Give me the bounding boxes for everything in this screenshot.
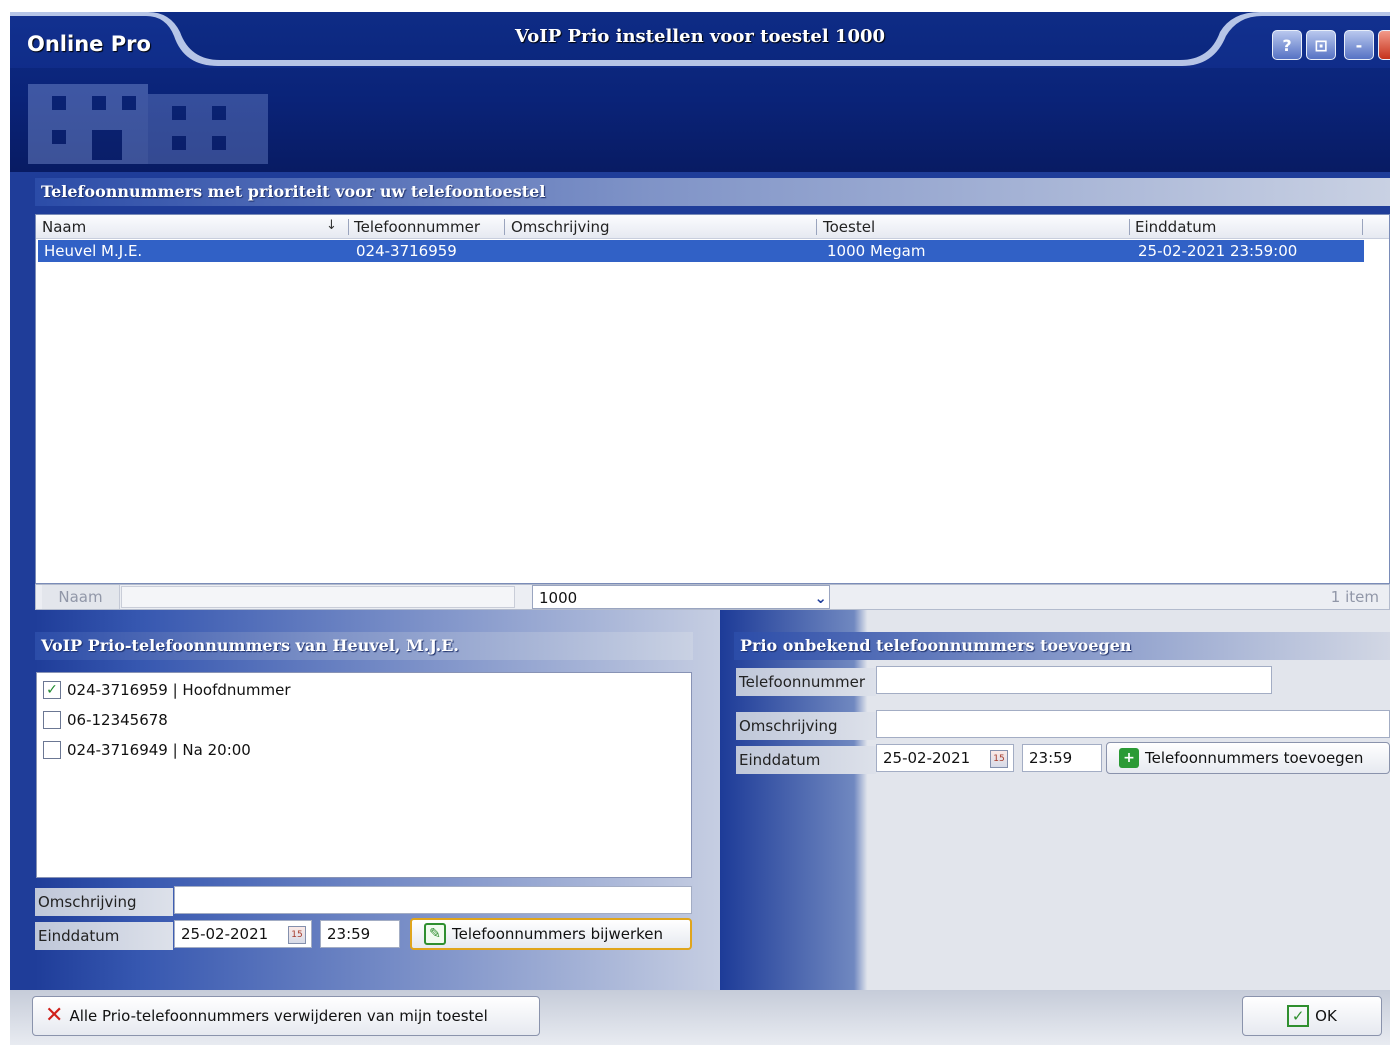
item-count: 1 item <box>1330 588 1379 606</box>
ok-label: OK <box>1315 1007 1337 1025</box>
window-title: VoIP Prio instellen voor toestel 1000 <box>514 26 886 47</box>
close-button[interactable] <box>1378 30 1390 60</box>
number-label: 06-12345678 <box>67 711 168 729</box>
unknown-panel-heading: Prio onbekend telefoonnummers toevoegen <box>734 632 1390 660</box>
einddatum-label-right: Einddatum <box>736 746 876 774</box>
ok-button[interactable]: ✓ OK <box>1242 996 1382 1036</box>
settings-button[interactable]: ⊡ <box>1306 30 1336 60</box>
list-item[interactable]: ✓ 024-3716959 | Hoofdnummer <box>43 681 291 699</box>
omschrijving-label: Omschrijving <box>35 888 173 916</box>
time-field-right[interactable]: 23:59 <box>1022 744 1102 772</box>
table-row[interactable]: Heuvel M.J.E. 024-3716959 1000 Megam 25-… <box>38 240 1364 262</box>
update-numbers-label: Telefoonnummers bijwerken <box>452 925 664 943</box>
priority-list-heading: Telefoonnummers met prioriteit voor uw t… <box>35 178 1390 206</box>
help-icon: ? <box>1282 35 1292 55</box>
sort-desc-icon: ↓ <box>326 218 337 233</box>
time-field[interactable]: 23:59 <box>320 920 400 948</box>
number-label: 024-3716949 | Na 20:00 <box>67 741 251 759</box>
edit-icon: ✎ <box>424 923 446 945</box>
calendar-icon[interactable]: 15 <box>990 750 1008 768</box>
priority-list[interactable]: Naam ↓ Telefoonnummer Omschrijving Toest… <box>35 214 1390 584</box>
toestel-select[interactable]: 1000 ⌄ <box>532 585 830 609</box>
einddatum-label: Einddatum <box>35 922 173 950</box>
cell-telefoonnummer: 024-3716959 <box>356 242 457 260</box>
window-header: Online Pro VoIP Prio instellen voor toes… <box>10 12 1390 172</box>
footer-bar: ✕ Alle Prio-telefoonnummers verwijderen … <box>10 990 1390 1045</box>
remove-all-label: Alle Prio-telefoonnummers verwijderen va… <box>69 1007 488 1025</box>
telefoonnummer-label: Telefoonnummer <box>736 668 876 696</box>
omschrijving-field[interactable] <box>174 886 692 914</box>
list-header: Naam ↓ Telefoonnummer Omschrijving Toest… <box>36 215 1389 239</box>
number-checkbox[interactable] <box>43 741 61 759</box>
list-item[interactable]: 024-3716949 | Na 20:00 <box>43 741 251 759</box>
add-numbers-label: Telefoonnummers toevoegen <box>1145 749 1364 767</box>
cell-toestel: 1000 Megam <box>827 242 926 260</box>
remove-all-button[interactable]: ✕ Alle Prio-telefoonnummers verwijderen … <box>32 996 540 1036</box>
list-item[interactable]: 06-12345678 <box>43 711 168 729</box>
remove-icon: ✕ <box>45 1003 64 1028</box>
column-einddatum[interactable]: Einddatum <box>1135 218 1216 236</box>
cell-naam: Heuvel M.J.E. <box>44 242 143 260</box>
settings-icon: ⊡ <box>1314 35 1328 55</box>
date-value: 25-02-2021 <box>181 925 269 943</box>
column-naam[interactable]: Naam <box>42 218 86 236</box>
building-logo <box>22 74 274 166</box>
column-toestel[interactable]: Toestel <box>823 218 875 236</box>
ok-icon: ✓ <box>1287 1005 1310 1027</box>
cell-einddatum: 25-02-2021 23:59:00 <box>1138 242 1298 260</box>
number-checkbox[interactable] <box>43 711 61 729</box>
app-title: Online Pro <box>27 32 151 56</box>
filter-naam-input[interactable] <box>121 586 515 608</box>
minimize-button[interactable]: - <box>1344 30 1374 60</box>
add-icon: + <box>1119 748 1139 768</box>
check-icon: ✓ <box>46 682 58 698</box>
toestel-select-value: 1000 <box>539 589 578 607</box>
omschrijving-field-right[interactable] <box>876 710 1390 738</box>
chevron-down-icon[interactable]: ⌄ <box>814 586 827 610</box>
help-button[interactable]: ? <box>1272 30 1302 60</box>
number-checkbox[interactable]: ✓ <box>43 681 61 699</box>
number-label: 024-3716959 | Hoofdnummer <box>67 681 291 699</box>
telefoonnummer-field[interactable] <box>876 666 1272 694</box>
app-window: Online Pro VoIP Prio instellen voor toes… <box>10 12 1390 1045</box>
update-numbers-button[interactable]: ✎ Telefoonnummers bijwerken <box>410 918 692 950</box>
column-omschrijving[interactable]: Omschrijving <box>511 218 610 236</box>
filter-naam-label: Naam <box>42 585 120 609</box>
add-numbers-button[interactable]: + Telefoonnummers toevoegen <box>1106 742 1390 774</box>
column-telefoonnummer[interactable]: Telefoonnummer <box>354 218 480 236</box>
minimize-icon: - <box>1355 35 1363 55</box>
date-value-right: 25-02-2021 <box>883 749 971 767</box>
contact-panel-heading: VoIP Prio-telefoonnummers van Heuvel, M.… <box>35 632 693 660</box>
list-footer: Naam 1000 ⌄ 1 item <box>35 584 1390 610</box>
omschrijving-label-right: Omschrijving <box>736 712 876 740</box>
calendar-icon[interactable]: 15 <box>288 926 306 944</box>
contact-number-list: ✓ 024-3716959 | Hoofdnummer 06-12345678 … <box>36 672 692 878</box>
